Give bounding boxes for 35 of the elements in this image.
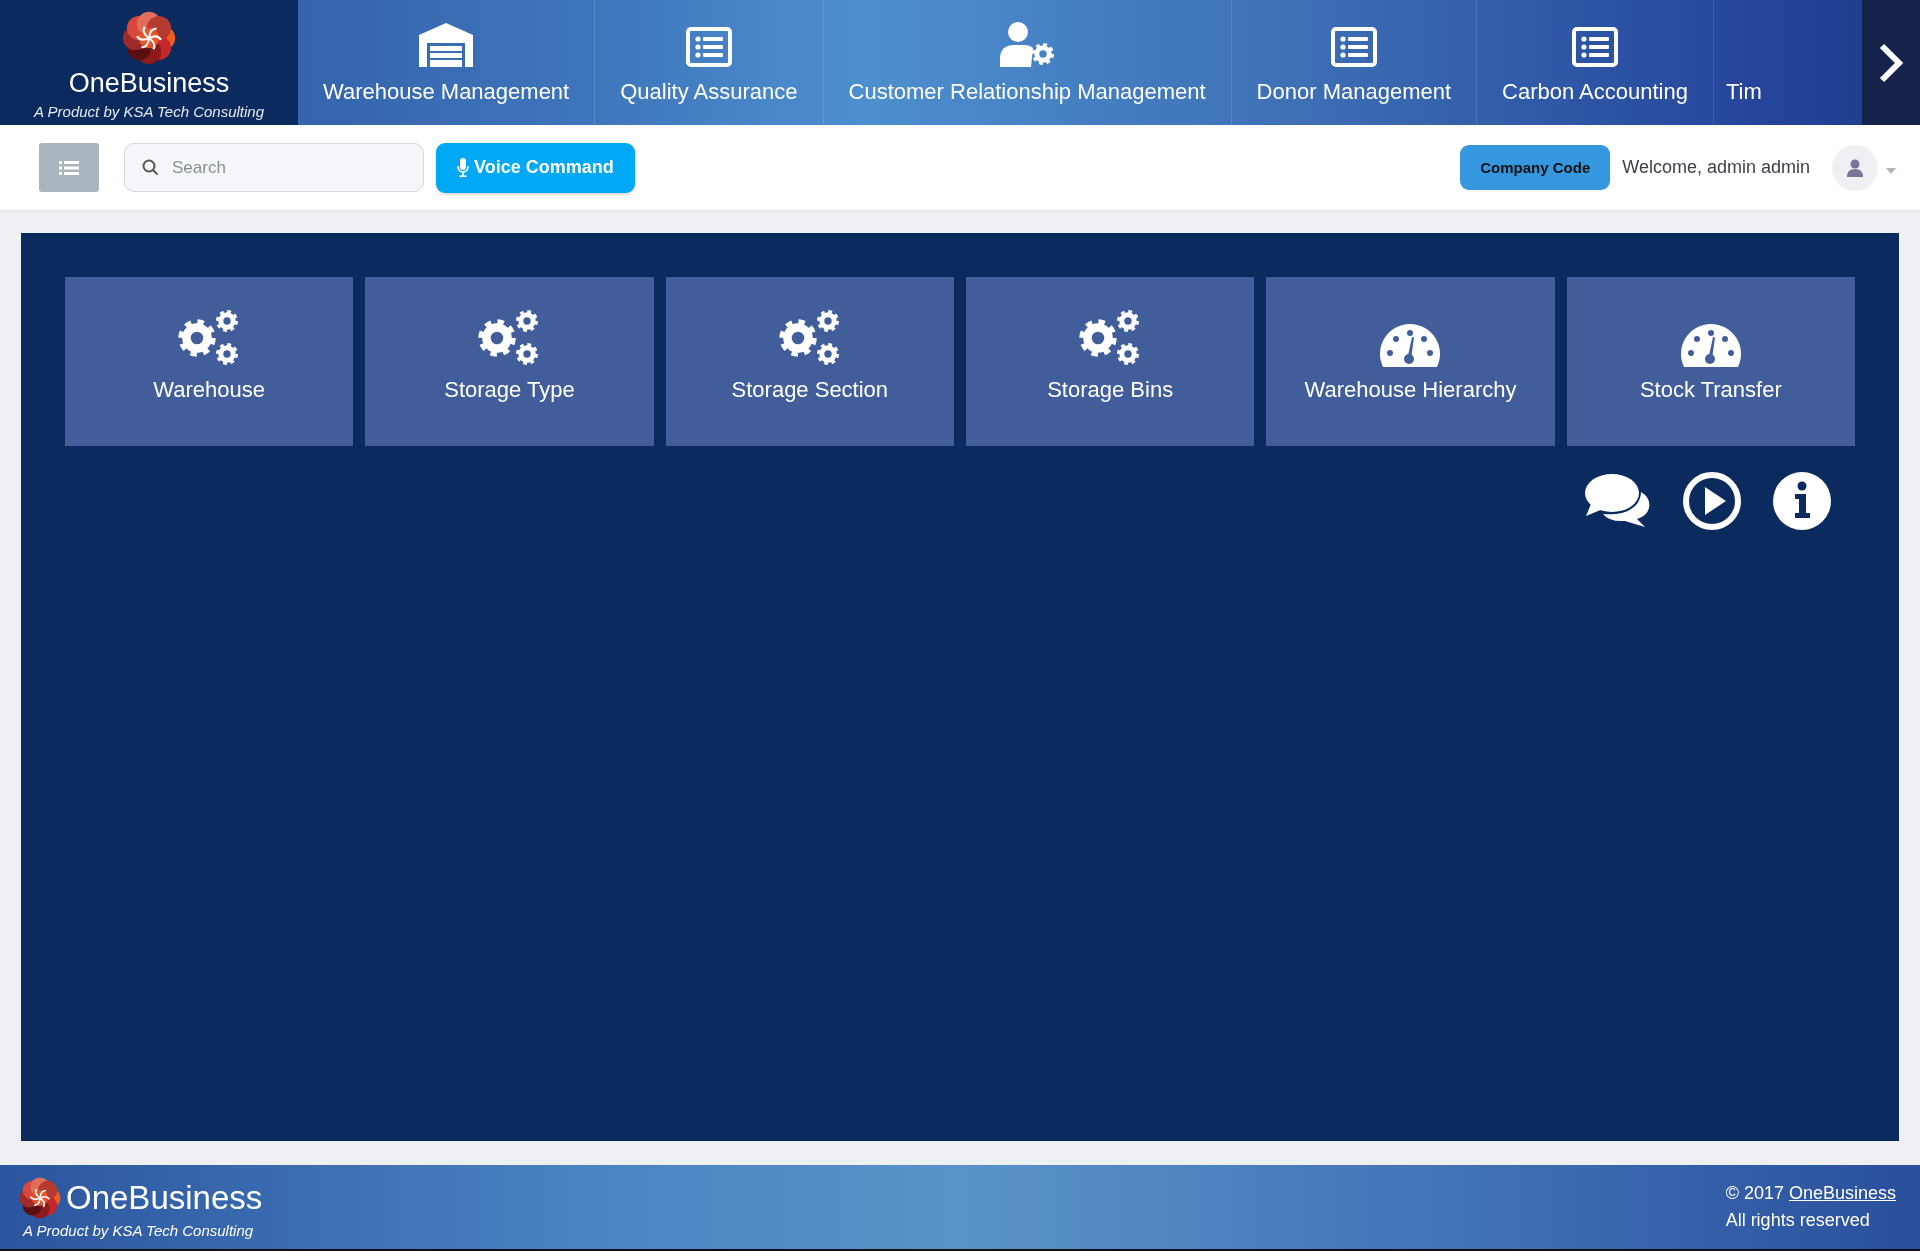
microphone-icon [457, 158, 469, 177]
chevron-right-icon [1878, 41, 1904, 84]
footer-tagline: A Product by KSA Tech Consulting [23, 1221, 255, 1239]
module-tile[interactable]: Warehouse [65, 277, 354, 446]
gauge-icon [1679, 323, 1742, 367]
brand-link[interactable]: OneBusiness [1788, 1183, 1896, 1203]
user-gear-icon [998, 21, 1057, 67]
company-code-button[interactable]: Company Code [1460, 145, 1611, 190]
info-icon[interactable] [1773, 472, 1831, 530]
footer-brand-name: OneBusiness [66, 1178, 263, 1217]
module-tile[interactable]: Storage Section [665, 277, 954, 446]
list-icon [1330, 27, 1377, 67]
logo-icon [121, 10, 177, 66]
brand-tagline: A Product by KSA Tech Consulting [33, 103, 265, 120]
user-avatar[interactable] [1832, 144, 1878, 191]
gauge-icon [1379, 323, 1442, 367]
next-arrow-button[interactable] [1862, 0, 1920, 125]
module-tile[interactable]: Storage Type [365, 277, 654, 446]
rights-text: All rights reserved [1725, 1210, 1871, 1231]
module-tile[interactable]: Storage Bins [966, 277, 1255, 446]
copyright-text: © 2017 OneBusiness [1725, 1183, 1896, 1204]
list-icon [1572, 27, 1618, 67]
welcome-text: Welcome, admin admin [1622, 157, 1810, 178]
search-field[interactable]: Search [124, 143, 424, 192]
chat-icon[interactable] [1583, 472, 1651, 528]
search-icon [142, 159, 159, 176]
module-tile[interactable]: Stock Transfer [1566, 277, 1855, 446]
module-tab[interactable]: Tim [1713, 0, 1862, 125]
list-icon [685, 27, 732, 67]
play-icon[interactable] [1683, 472, 1741, 530]
menu-icon [59, 159, 79, 176]
brand-name: OneBusiness [68, 68, 230, 99]
module-tile[interactable]: Warehouse Hierarchy [1266, 277, 1555, 446]
logo-icon [18, 1175, 62, 1220]
warehouse-icon [417, 21, 476, 67]
